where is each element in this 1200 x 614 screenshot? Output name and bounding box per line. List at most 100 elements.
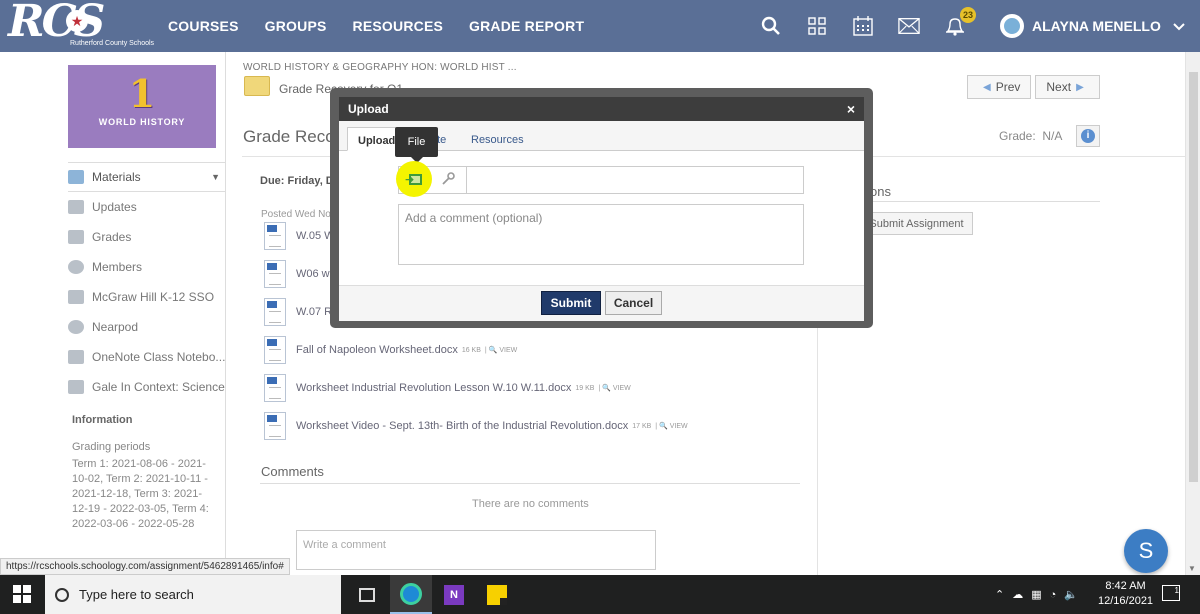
write-comment-input[interactable]: Write a comment — [296, 530, 656, 570]
sidebar-item-mcgraw-hill[interactable]: McGraw Hill K-12 SSO — [68, 282, 226, 312]
next-label: Next — [1046, 80, 1072, 94]
edge-logo — [400, 582, 422, 605]
sidebar-item-label: Updates — [92, 200, 137, 214]
network-icon[interactable]: ▦ — [1031, 588, 1041, 601]
course-image[interactable]: 1 WORLD HISTORY — [68, 65, 216, 148]
next-button[interactable]: Next ▶ — [1035, 75, 1100, 99]
sticky-notes-icon[interactable] — [476, 575, 518, 614]
updates-icon — [68, 200, 84, 214]
submit-button[interactable]: Submit — [541, 291, 601, 315]
logo-subtitle: Rutherford County Schools — [70, 40, 155, 47]
modal-title: Upload — [348, 102, 389, 116]
attachment-item[interactable]: W.05 Wo — [264, 222, 340, 250]
grading-periods-label: Grading periods — [72, 441, 151, 453]
view-link[interactable]: | 🔍 VIEW — [598, 384, 630, 392]
chevron-up-icon[interactable]: ⌃ — [995, 588, 1004, 601]
sidebar-item-members[interactable]: Members — [68, 252, 226, 282]
info-button[interactable]: i — [1076, 125, 1100, 147]
windows-start-icon[interactable] — [13, 585, 31, 603]
attachment-item[interactable]: W.07 Ris — [264, 298, 340, 326]
cloud-icon[interactable]: ☁ — [1012, 588, 1023, 601]
arrow-right-icon: ▶ — [1076, 81, 1084, 93]
breadcrumb[interactable]: WORLD HISTORY & GEOGRAPHY HON: WORLD HIS… — [243, 62, 517, 73]
word-doc-icon — [264, 222, 286, 250]
taskbar-clock[interactable]: 8:42 AM 12/16/2021 — [1098, 579, 1153, 609]
file-upload-icon[interactable]: ➔ — [405, 172, 423, 188]
grade-label: Grade: — [999, 129, 1036, 143]
chat-bubble-button[interactable]: S — [1124, 529, 1168, 573]
attachment-size: 16 KB — [461, 346, 481, 354]
sidebar-item-gale[interactable]: Gale In Context: Science — [68, 372, 226, 402]
sidebar-item-grades[interactable]: Grades — [68, 222, 226, 252]
edge-icon[interactable] — [390, 575, 432, 614]
mail-icon[interactable] — [898, 15, 920, 37]
sidebar-item-onenote[interactable]: OneNote Class Notebo... — [68, 342, 226, 372]
attachment-size: 17 KB — [632, 422, 652, 430]
comments-divider — [260, 483, 800, 484]
view-label: VIEW — [499, 347, 518, 354]
sidebar-item-label: Nearpod — [92, 320, 139, 334]
nav-resources[interactable]: RESOURCES — [353, 18, 443, 34]
volume-icon[interactable]: 🔈 — [1064, 588, 1078, 601]
word-doc-icon — [264, 298, 286, 326]
information-heading: Information — [72, 414, 133, 426]
search-icon[interactable] — [760, 15, 782, 37]
sidebar-item-updates[interactable]: Updates — [68, 192, 226, 222]
attachment-name[interactable]: Fall of Napoleon Worksheet.docx — [296, 344, 458, 356]
members-icon — [68, 260, 84, 274]
tab-resources[interactable]: Resources — [461, 127, 534, 151]
sidebar-item-label: Gale In Context: Science — [92, 380, 225, 394]
top-nav: RCS ★ Rutherford County Schools COURSES … — [0, 0, 1200, 52]
attachment-item[interactable]: W06 wor — [264, 260, 339, 288]
prev-next-nav: ◀ Prev Next ▶ — [963, 75, 1100, 99]
sidebar-item-nearpod[interactable]: Nearpod — [68, 312, 226, 342]
sticky-notes-logo — [487, 584, 507, 605]
comment-textarea[interactable]: Add a comment (optional) — [398, 204, 804, 265]
status-url-bar: https://rcschools.schoology.com/assignme… — [0, 558, 290, 575]
nav-links: COURSES GROUPS RESOURCES GRADE REPORT — [168, 0, 610, 52]
bell-icon[interactable]: 23 — [944, 7, 976, 37]
scrollbar-thumb[interactable] — [1189, 72, 1198, 482]
taskbar-search-placeholder: Type here to search — [79, 587, 194, 602]
logo-star-icon: ★ — [66, 10, 88, 32]
caret-down-icon[interactable]: ▼ — [211, 172, 220, 182]
submit-assignment-button[interactable]: Submit Assignment — [860, 212, 973, 235]
task-view-shape — [359, 587, 375, 602]
wifi-icon[interactable]: ◔ — [1050, 589, 1057, 601]
clock-time: 8:42 AM — [1105, 580, 1146, 592]
attachment-name[interactable]: Worksheet Industrial Revolution Lesson W… — [296, 382, 571, 394]
nav-grade-report[interactable]: GRADE REPORT — [469, 18, 584, 34]
rcs-logo[interactable]: RCS ★ Rutherford County Schools — [8, 0, 155, 50]
view-link[interactable]: | 🔍 VIEW — [485, 346, 517, 354]
link-icon[interactable] — [441, 172, 457, 188]
page-scrollbar[interactable]: ▼ — [1185, 52, 1200, 575]
close-icon[interactable]: × — [847, 101, 855, 117]
nav-icons: 23 — [760, 0, 990, 52]
avatar — [1000, 14, 1024, 38]
user-menu[interactable]: ALAYNA MENELLO — [1000, 0, 1185, 52]
upload-separator — [466, 166, 467, 194]
comments-heading: Comments — [261, 464, 324, 479]
nav-groups[interactable]: GROUPS — [265, 18, 327, 34]
nav-courses[interactable]: COURSES — [168, 18, 239, 34]
notification-center-icon[interactable]: 1 — [1162, 585, 1180, 601]
left-sidebar: 1 WORLD HISTORY Materials ▼ Updates Grad… — [0, 52, 226, 575]
taskbar-search[interactable]: Type here to search — [45, 575, 341, 614]
attachment-item[interactable]: Worksheet Video - Sept. 13th- Birth of t… — [264, 412, 688, 440]
cancel-button[interactable]: Cancel — [605, 291, 662, 315]
prev-button[interactable]: ◀ Prev — [967, 75, 1032, 99]
sidebar-item-materials[interactable]: Materials ▼ — [68, 162, 226, 192]
attachment-item[interactable]: Worksheet Industrial Revolution Lesson W… — [264, 374, 631, 402]
attachment-item[interactable]: Fall of Napoleon Worksheet.docx 16 KB | … — [264, 336, 517, 364]
scroll-down-icon[interactable]: ▼ — [1188, 564, 1196, 573]
grades-icon — [68, 230, 84, 244]
attachment-name[interactable]: Worksheet Video - Sept. 13th- Birth of t… — [296, 420, 628, 432]
no-comments-text: There are no comments — [472, 498, 589, 510]
view-link[interactable]: | 🔍 VIEW — [655, 422, 687, 430]
info-icon: i — [1081, 129, 1095, 143]
task-view-icon[interactable] — [346, 575, 388, 614]
onenote-icon[interactable]: N — [433, 575, 475, 614]
grid-icon[interactable] — [806, 15, 828, 37]
calendar-icon[interactable] — [852, 15, 874, 37]
gale-icon — [68, 380, 84, 394]
